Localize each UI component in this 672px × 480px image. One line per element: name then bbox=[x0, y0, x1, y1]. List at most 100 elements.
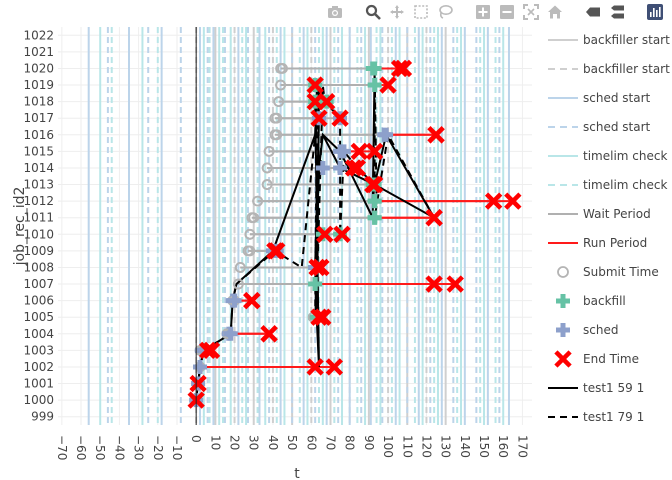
legend-label: End Time bbox=[583, 352, 639, 366]
legend-label: timelim check bbox=[583, 149, 667, 163]
x-tick-label: −30 bbox=[132, 435, 146, 460]
x-tick-label: 50 bbox=[285, 435, 299, 450]
y-tick-label: 1010 bbox=[23, 227, 54, 241]
legend-swatch[interactable] bbox=[556, 294, 570, 308]
x-tick-label: 30 bbox=[247, 435, 261, 450]
x-tick-label: 140 bbox=[458, 435, 472, 458]
x-tick-label: −70 bbox=[55, 435, 69, 460]
legend-item[interactable]: backfill bbox=[556, 294, 626, 308]
y-tick-label: 1022 bbox=[23, 28, 54, 42]
zoom-in-icon[interactable] bbox=[472, 2, 494, 22]
y-tick-label: 1019 bbox=[23, 78, 54, 92]
x-tick-label: 170 bbox=[515, 435, 529, 458]
sched-marker[interactable] bbox=[227, 293, 242, 308]
y-tick-label: 1016 bbox=[23, 128, 54, 142]
modebar bbox=[324, 2, 666, 22]
y-tick-label: 1009 bbox=[23, 244, 54, 258]
y-tick-label: 1015 bbox=[23, 144, 54, 158]
camera-icon[interactable] bbox=[324, 2, 346, 22]
x-tick-label: 110 bbox=[400, 435, 414, 458]
legend-item[interactable]: sched start bbox=[548, 91, 651, 105]
spike-lines-icon[interactable] bbox=[582, 2, 604, 22]
x-tick-label: 90 bbox=[362, 435, 376, 450]
chart-canvas: −70 −60 −50 −40 −30 −20 −10 0 10 20 30 40 50 60 70 80 90… bbox=[12, 27, 670, 480]
x-tick-label: 150 bbox=[477, 435, 491, 458]
y-tick-label: 1020 bbox=[23, 61, 54, 75]
legend-label: Submit Time bbox=[583, 265, 659, 279]
legend-item[interactable]: sched bbox=[556, 323, 618, 337]
lasso-icon[interactable] bbox=[434, 2, 456, 22]
compare-hover-icon[interactable] bbox=[606, 2, 628, 22]
x-tick-label: −10 bbox=[170, 435, 184, 460]
legend-label: Wait Period bbox=[583, 207, 651, 221]
plotly-logo-icon[interactable] bbox=[644, 2, 666, 22]
y-tick-label: 1000 bbox=[23, 393, 54, 407]
legend-item[interactable]: Wait Period bbox=[548, 207, 651, 221]
x-tick-label: 80 bbox=[343, 435, 357, 450]
legend-item[interactable]: test1 79 1 bbox=[548, 410, 644, 424]
zoom-out-icon[interactable] bbox=[496, 2, 518, 22]
backfill-marker[interactable] bbox=[308, 277, 323, 292]
legend-label: backfill bbox=[583, 294, 626, 308]
y-tick-label: 1002 bbox=[23, 360, 54, 374]
x-axis-title: t bbox=[294, 466, 300, 480]
legend-item[interactable]: backfiller start bbox=[548, 62, 670, 76]
x-tick-label: 60 bbox=[304, 435, 318, 450]
legend-swatch bbox=[557, 266, 569, 278]
x-tick-label: 130 bbox=[439, 435, 453, 458]
x-tick-label: −20 bbox=[151, 435, 165, 460]
legend-label: Run Period bbox=[583, 236, 647, 250]
x-tick-label: 40 bbox=[266, 435, 280, 450]
legend-label: backfiller start bbox=[583, 62, 670, 76]
box-select-icon[interactable] bbox=[410, 2, 432, 22]
x-tick-label: 160 bbox=[496, 435, 510, 458]
sched-marker[interactable] bbox=[193, 359, 208, 374]
x-tick-label: −60 bbox=[74, 435, 88, 460]
legend-swatch[interactable] bbox=[554, 350, 572, 368]
legend-item[interactable]: timelim check bbox=[548, 178, 667, 192]
legend-label: backfiller start bbox=[583, 33, 670, 47]
y-tick-label: 1014 bbox=[23, 161, 54, 175]
y-tick-label: 1013 bbox=[23, 178, 54, 192]
home-icon[interactable] bbox=[544, 2, 566, 22]
pan-icon[interactable] bbox=[386, 2, 408, 22]
legend[interactable]: backfiller start backfiller start sched st… bbox=[548, 33, 670, 424]
y-tick-label: 1017 bbox=[23, 111, 54, 125]
legend-item[interactable]: Run Period bbox=[548, 236, 647, 250]
legend-item[interactable]: backfiller start bbox=[548, 33, 670, 47]
y-tick-label: 1005 bbox=[23, 310, 54, 324]
y-tick-label: 1003 bbox=[23, 343, 54, 357]
y-tick-label: 1012 bbox=[23, 194, 54, 208]
legend-swatch[interactable] bbox=[556, 323, 570, 337]
legend-label: sched start bbox=[583, 91, 651, 105]
y-tick-label: 1007 bbox=[23, 277, 54, 291]
legend-item[interactable]: sched start bbox=[548, 120, 651, 134]
x-tick-label: 10 bbox=[208, 435, 222, 450]
legend-label: sched bbox=[583, 323, 618, 337]
legend-label: sched start bbox=[583, 120, 651, 134]
x-tick-label: 100 bbox=[381, 435, 395, 458]
y-axis-title: job_rec_id2 bbox=[12, 187, 28, 267]
legend-item[interactable]: Submit Time bbox=[557, 265, 659, 279]
legend-item[interactable]: End Time bbox=[554, 350, 640, 368]
autoscale-icon[interactable] bbox=[520, 2, 542, 22]
x-tick-label: 0 bbox=[189, 435, 203, 443]
y-tick-label: 1018 bbox=[23, 95, 54, 109]
x-tick-label: 120 bbox=[419, 435, 433, 458]
legend-label: test1 79 1 bbox=[583, 410, 644, 424]
y-tick-label: 1021 bbox=[23, 45, 54, 59]
x-tick-label: 70 bbox=[324, 435, 338, 450]
legend-item[interactable]: test1 59 1 bbox=[548, 381, 644, 395]
x-tick-label: −50 bbox=[93, 435, 107, 460]
y-tick-label: 1001 bbox=[23, 377, 54, 391]
y-tick-label: 999 bbox=[31, 410, 54, 424]
zoom-icon[interactable] bbox=[362, 2, 384, 22]
legend-label: timelim check bbox=[583, 178, 667, 192]
legend-label: test1 59 1 bbox=[583, 381, 644, 395]
y-tick-label: 1011 bbox=[23, 211, 54, 225]
x-tick-label: 20 bbox=[228, 435, 242, 450]
y-tick-label: 1004 bbox=[23, 327, 54, 341]
reference-lines bbox=[87, 27, 510, 425]
y-tick-label: 1008 bbox=[23, 260, 54, 274]
legend-item[interactable]: timelim check bbox=[548, 149, 667, 163]
